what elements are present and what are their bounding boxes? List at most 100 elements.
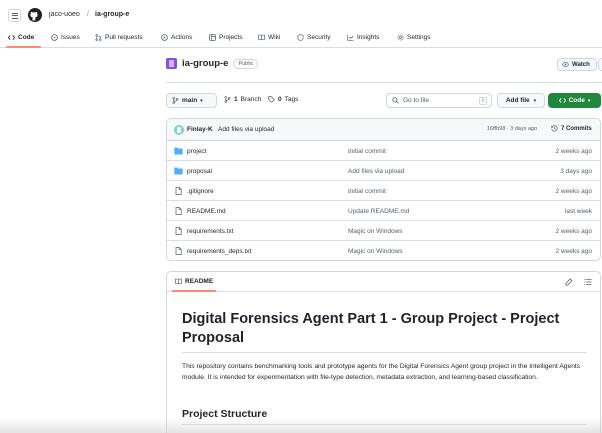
file-name[interactable]: requirements.txt [187,228,234,235]
breadcrumb-separator: / [87,11,89,18]
repo-nav-tabs: Code Issues Pull requests Actions Projec… [0,31,602,48]
tag-icon [268,96,275,103]
file-icon [175,247,182,255]
file-commit-message[interactable]: Initial commit [348,188,386,195]
repo-owner-avatar[interactable] [166,58,177,69]
file-browser: Finlay-K Add files via upload 16ffb98 · … [166,118,601,261]
git-branch-icon [172,97,179,104]
divider [182,424,587,425]
table-row[interactable]: project Initial commit 2 weeks ago [167,141,600,161]
file-name[interactable]: proposal [187,168,212,175]
active-tab-indicator [172,290,216,292]
folder-icon [174,147,183,155]
keyboard-shortcut-hint: t [479,97,487,105]
readme-panel: README Digital Forensics Agent Part 1 - … [166,271,601,433]
branch-name: main [182,97,198,104]
code-button[interactable]: Code ▾ [548,93,601,108]
code-icon [8,35,15,40]
branches-count: 1 [234,96,238,103]
file-updated-time: 2 weeks ago [555,228,593,235]
table-row[interactable]: README.md Update README.md last week [167,201,600,221]
tab-insights[interactable]: Insights [347,34,379,41]
file-updated-time: 2 weeks ago [555,148,593,155]
file-commit-message[interactable]: Add files via upload [348,168,404,175]
readme-paragraph: This repository contains benchmarking to… [182,363,581,381]
go-to-file-placeholder: Go to file [403,97,430,104]
tab-settings[interactable]: Settings [397,34,431,41]
avatar[interactable] [174,125,184,135]
table-row[interactable]: .gitignore Initial commit 2 weeks ago [167,181,600,201]
branch-selector[interactable]: main ▾ [166,93,217,108]
tab-issues[interactable]: Issues [51,34,80,41]
file-name[interactable]: README.md [187,208,226,215]
add-file-button[interactable]: Add file ▾ [497,93,545,108]
commit-message[interactable]: Add files via upload [218,126,274,133]
repo-title[interactable]: ia-group-e [182,58,228,69]
file-commit-message[interactable]: Initial commit [348,148,386,155]
book-icon [175,278,182,285]
table-row[interactable]: proposal Add files via upload 3 days ago [167,161,600,181]
menu-icon[interactable] [8,9,21,22]
play-icon [161,34,168,41]
book-icon [258,34,265,41]
tab-actions[interactable]: Actions [161,34,192,41]
tab-code[interactable]: Code [8,34,34,41]
readme-header: README [167,272,600,292]
commit-author[interactable]: Finlay-K [187,126,213,133]
chevron-down-icon: ▾ [200,97,203,104]
tags-link[interactable]: 0 Tags [268,96,298,103]
watch-button[interactable]: Watch [557,58,597,71]
add-file-label: Add file [505,97,530,104]
divider [182,352,587,353]
readme-section-heading: Project Structure [182,408,268,420]
file-updated-time: last week [564,208,592,215]
shield-icon [297,34,304,41]
visibility-badge: Public [233,58,259,69]
watch-dropdown-button[interactable] [598,58,602,71]
file-commit-message[interactable]: Update README.md [348,208,409,215]
file-name[interactable]: requirements_deps.txt [187,248,251,255]
file-updated-time: 2 weeks ago [555,248,593,255]
file-name[interactable]: project [187,148,207,155]
chevron-down-icon: ▾ [587,97,591,104]
table-row[interactable]: requirements.txt Magic on Windows 2 weeks … [167,221,600,241]
tab-security[interactable]: Security [297,34,330,41]
tab-wiki[interactable]: Wiki [258,34,280,41]
search-icon [392,97,399,104]
commit-hash-time[interactable]: 16ffb98 · 3 days ago [487,126,537,132]
outline-list-icon[interactable] [584,278,592,286]
latest-commit-bar: Finlay-K Add files via upload 16ffb98 · … [167,119,600,141]
tab-label: Code [18,34,35,41]
folder-icon [174,167,183,175]
graph-icon [347,34,354,41]
chevron-down-icon: ▾ [533,97,537,104]
file-icon [175,187,182,195]
table-row[interactable]: requirements_deps.txt Magic on Windows 2 w… [167,241,600,260]
tab-pull-requests[interactable]: Pull requests [95,34,143,41]
tab-label: Wiki [268,34,281,41]
edit-pencil-icon[interactable] [565,278,573,286]
go-to-file-input[interactable]: Go to file t [386,93,492,108]
breadcrumb-owner[interactable]: jaco-uoeo [49,11,80,18]
active-tab-indicator [6,46,41,48]
tab-label: Issues [61,34,80,41]
pull-request-icon [95,34,102,41]
file-commit-message[interactable]: Magic on Windows [348,228,403,235]
readme-tab[interactable]: README [175,278,213,285]
github-logo-icon[interactable] [28,8,42,22]
repo-heading: ia-group-e Public [166,58,259,69]
commits-count: 7 Commits [561,125,592,132]
file-commit-message[interactable]: Magic on Windows [348,248,403,255]
branches-link[interactable]: 1 Branch [224,96,261,103]
code-icon [558,98,566,103]
global-header: jaco-uoeo / ia-group-e [0,0,602,31]
file-name[interactable]: .gitignore [187,188,214,195]
tab-projects[interactable]: Projects [209,34,242,41]
branches-label: Branch [240,96,262,103]
table-icon [209,34,216,41]
code-button-label: Code [568,97,585,104]
commits-link[interactable]: 7 Commits [551,125,592,132]
breadcrumb-repo[interactable]: ia-group-e [95,11,129,18]
tab-label: Settings [407,34,431,41]
history-icon [551,125,558,132]
